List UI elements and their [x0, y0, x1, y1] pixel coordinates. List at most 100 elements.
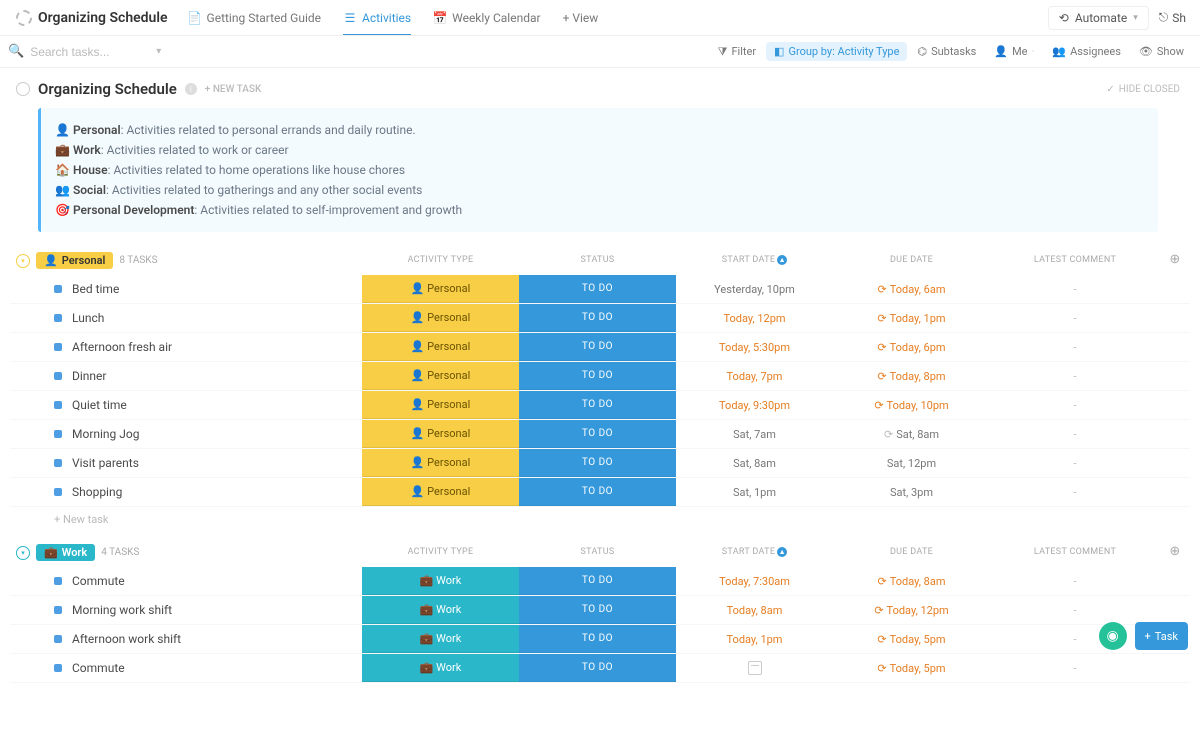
cell-activity-type[interactable]: 👤 Personal [362, 304, 519, 332]
cell-activity-type[interactable]: 👤 Personal [362, 478, 519, 506]
task-name[interactable]: Commute [72, 661, 125, 675]
cell-due-date[interactable]: ⟳Today, 10pm [833, 391, 990, 419]
cell-start-date[interactable]: Yesterday, 10pm [676, 275, 833, 303]
cell-latest-comment[interactable]: - [990, 449, 1160, 477]
task-row[interactable]: Lunch 👤 Personal TO DO Today, 12pm ⟳Toda… [10, 304, 1190, 333]
cell-due-date[interactable]: ⟳Today, 5pm [833, 654, 990, 682]
task-name[interactable]: Morning Jog [72, 427, 139, 441]
cell-status[interactable]: TO DO [519, 333, 676, 361]
col-activity-type[interactable]: ACTIVITY TYPE [362, 547, 519, 557]
cell-latest-comment[interactable]: - [990, 654, 1160, 682]
task-row[interactable]: Morning Jog 👤 Personal TO DO Sat, 7am ⟳S… [10, 420, 1190, 449]
col-start-date[interactable]: START DATE▲ [676, 547, 833, 557]
cell-latest-comment[interactable]: - [990, 275, 1160, 303]
cell-latest-comment[interactable]: - [990, 567, 1160, 595]
task-name[interactable]: Bed time [72, 282, 119, 296]
cell-due-date[interactable]: ⟳Sat, 8am [833, 420, 990, 448]
list-status-icon[interactable] [16, 82, 30, 96]
cell-status[interactable]: TO DO [519, 478, 676, 506]
task-row[interactable]: Afternoon work shift 💼 Work TO DO Today,… [10, 625, 1190, 654]
col-activity-type[interactable]: ACTIVITY TYPE [362, 255, 519, 265]
task-status-square[interactable] [54, 635, 62, 643]
new-task-fab[interactable]: + Task [1135, 622, 1188, 650]
cell-status[interactable]: TO DO [519, 275, 676, 303]
info-icon[interactable]: i [185, 83, 197, 95]
cell-due-date[interactable]: ⟳Today, 8pm [833, 362, 990, 390]
cell-activity-type[interactable]: 👤 Personal [362, 333, 519, 361]
task-name[interactable]: Commute [72, 574, 125, 588]
task-name[interactable]: Afternoon fresh air [72, 340, 172, 354]
task-name[interactable]: Dinner [72, 369, 106, 383]
cell-activity-type[interactable]: 💼 Work [362, 654, 519, 682]
task-status-square[interactable] [54, 372, 62, 380]
cell-due-date[interactable]: ⟳Today, 1pm [833, 304, 990, 332]
cell-latest-comment[interactable]: - [990, 478, 1160, 506]
task-status-square[interactable] [54, 606, 62, 614]
task-row[interactable]: Afternoon fresh air 👤 Personal TO DO Tod… [10, 333, 1190, 362]
collapse-icon[interactable]: ▾ [16, 254, 30, 268]
task-name[interactable]: Shopping [72, 485, 122, 499]
cell-activity-type[interactable]: 💼 Work [362, 596, 519, 624]
task-row[interactable]: Morning work shift 💼 Work TO DO Today, 8… [10, 596, 1190, 625]
cell-start-date[interactable]: Sat, 7am [676, 420, 833, 448]
cell-activity-type[interactable]: 👤 Personal [362, 362, 519, 390]
add-column-button[interactable]: ⊕ [1160, 252, 1190, 267]
cell-activity-type[interactable]: 👤 Personal [362, 449, 519, 477]
task-name[interactable]: Quiet time [72, 398, 127, 412]
filter-button[interactable]: ⧩Filter [710, 42, 764, 62]
task-status-square[interactable] [54, 430, 62, 438]
subtasks-button[interactable]: ⌬Subtasks [909, 42, 984, 61]
add-column-button[interactable]: ⊕ [1160, 544, 1190, 559]
cell-start-date[interactable]: Today, 8am [676, 596, 833, 624]
record-fab[interactable]: ◉ [1099, 622, 1127, 650]
col-latest-comment[interactable]: LATEST COMMENT [990, 547, 1160, 557]
group-chip[interactable]: 💼Work [36, 544, 95, 561]
cell-status[interactable]: TO DO [519, 391, 676, 419]
col-status[interactable]: STATUS [519, 255, 676, 265]
assignees-button[interactable]: 👥Assignees [1044, 42, 1129, 61]
cell-latest-comment[interactable]: - [990, 420, 1160, 448]
task-name[interactable]: Afternoon work shift [72, 632, 181, 646]
cell-start-date[interactable]: Today, 7:30am [676, 567, 833, 595]
cell-start-date[interactable]: Sat, 1pm [676, 478, 833, 506]
cell-due-date[interactable]: ⟳Today, 12pm [833, 596, 990, 624]
col-due-date[interactable]: DUE DATE [833, 547, 990, 557]
cell-status[interactable]: TO DO [519, 449, 676, 477]
col-status[interactable]: STATUS [519, 547, 676, 557]
new-task-row[interactable]: + New task [10, 507, 1190, 532]
cell-latest-comment[interactable]: - [990, 596, 1160, 624]
cell-activity-type[interactable]: 💼 Work [362, 567, 519, 595]
share-button[interactable]: ⎋ Sh [1153, 6, 1192, 29]
task-row[interactable]: Dinner 👤 Personal TO DO Today, 7pm ⟳Toda… [10, 362, 1190, 391]
task-row[interactable]: Commute 💼 Work TO DO ⟳Today, 5pm - [10, 654, 1190, 683]
cell-activity-type[interactable]: 👤 Personal [362, 391, 519, 419]
tab-getting-started[interactable]: 📄 Getting Started Guide [178, 0, 331, 36]
cell-activity-type[interactable]: 💼 Work [362, 625, 519, 653]
hide-closed-button[interactable]: ✓ HIDE CLOSED [1106, 84, 1190, 95]
task-status-square[interactable] [54, 488, 62, 496]
col-start-date[interactable]: START DATE▲ [676, 255, 833, 265]
cell-due-date[interactable]: Sat, 12pm [833, 449, 990, 477]
cell-status[interactable]: TO DO [519, 420, 676, 448]
cell-start-date[interactable] [676, 654, 833, 682]
cell-due-date[interactable]: ⟳Today, 6am [833, 275, 990, 303]
cell-status[interactable]: TO DO [519, 304, 676, 332]
task-name[interactable]: Morning work shift [72, 603, 172, 617]
task-row[interactable]: Quiet time 👤 Personal TO DO Today, 9:30p… [10, 391, 1190, 420]
add-view-button[interactable]: + View [553, 0, 609, 36]
search-input[interactable] [30, 45, 170, 59]
task-name[interactable]: Lunch [72, 311, 104, 325]
cell-latest-comment[interactable]: - [990, 304, 1160, 332]
search-chevron-icon[interactable]: ▾ [156, 46, 161, 57]
cell-latest-comment[interactable]: - [990, 391, 1160, 419]
cell-due-date[interactable]: Sat, 3pm [833, 478, 990, 506]
cell-start-date[interactable]: Today, 5:30pm [676, 333, 833, 361]
task-row[interactable]: Commute 💼 Work TO DO Today, 7:30am ⟳Toda… [10, 567, 1190, 596]
group-by-button[interactable]: ◧Group by: Activity Type [766, 42, 907, 61]
task-row[interactable]: Visit parents 👤 Personal TO DO Sat, 8am … [10, 449, 1190, 478]
cell-start-date[interactable]: Today, 7pm [676, 362, 833, 390]
cell-due-date[interactable]: ⟳Today, 8am [833, 567, 990, 595]
task-status-square[interactable] [54, 401, 62, 409]
cell-latest-comment[interactable]: - [990, 333, 1160, 361]
cell-status[interactable]: TO DO [519, 654, 676, 682]
